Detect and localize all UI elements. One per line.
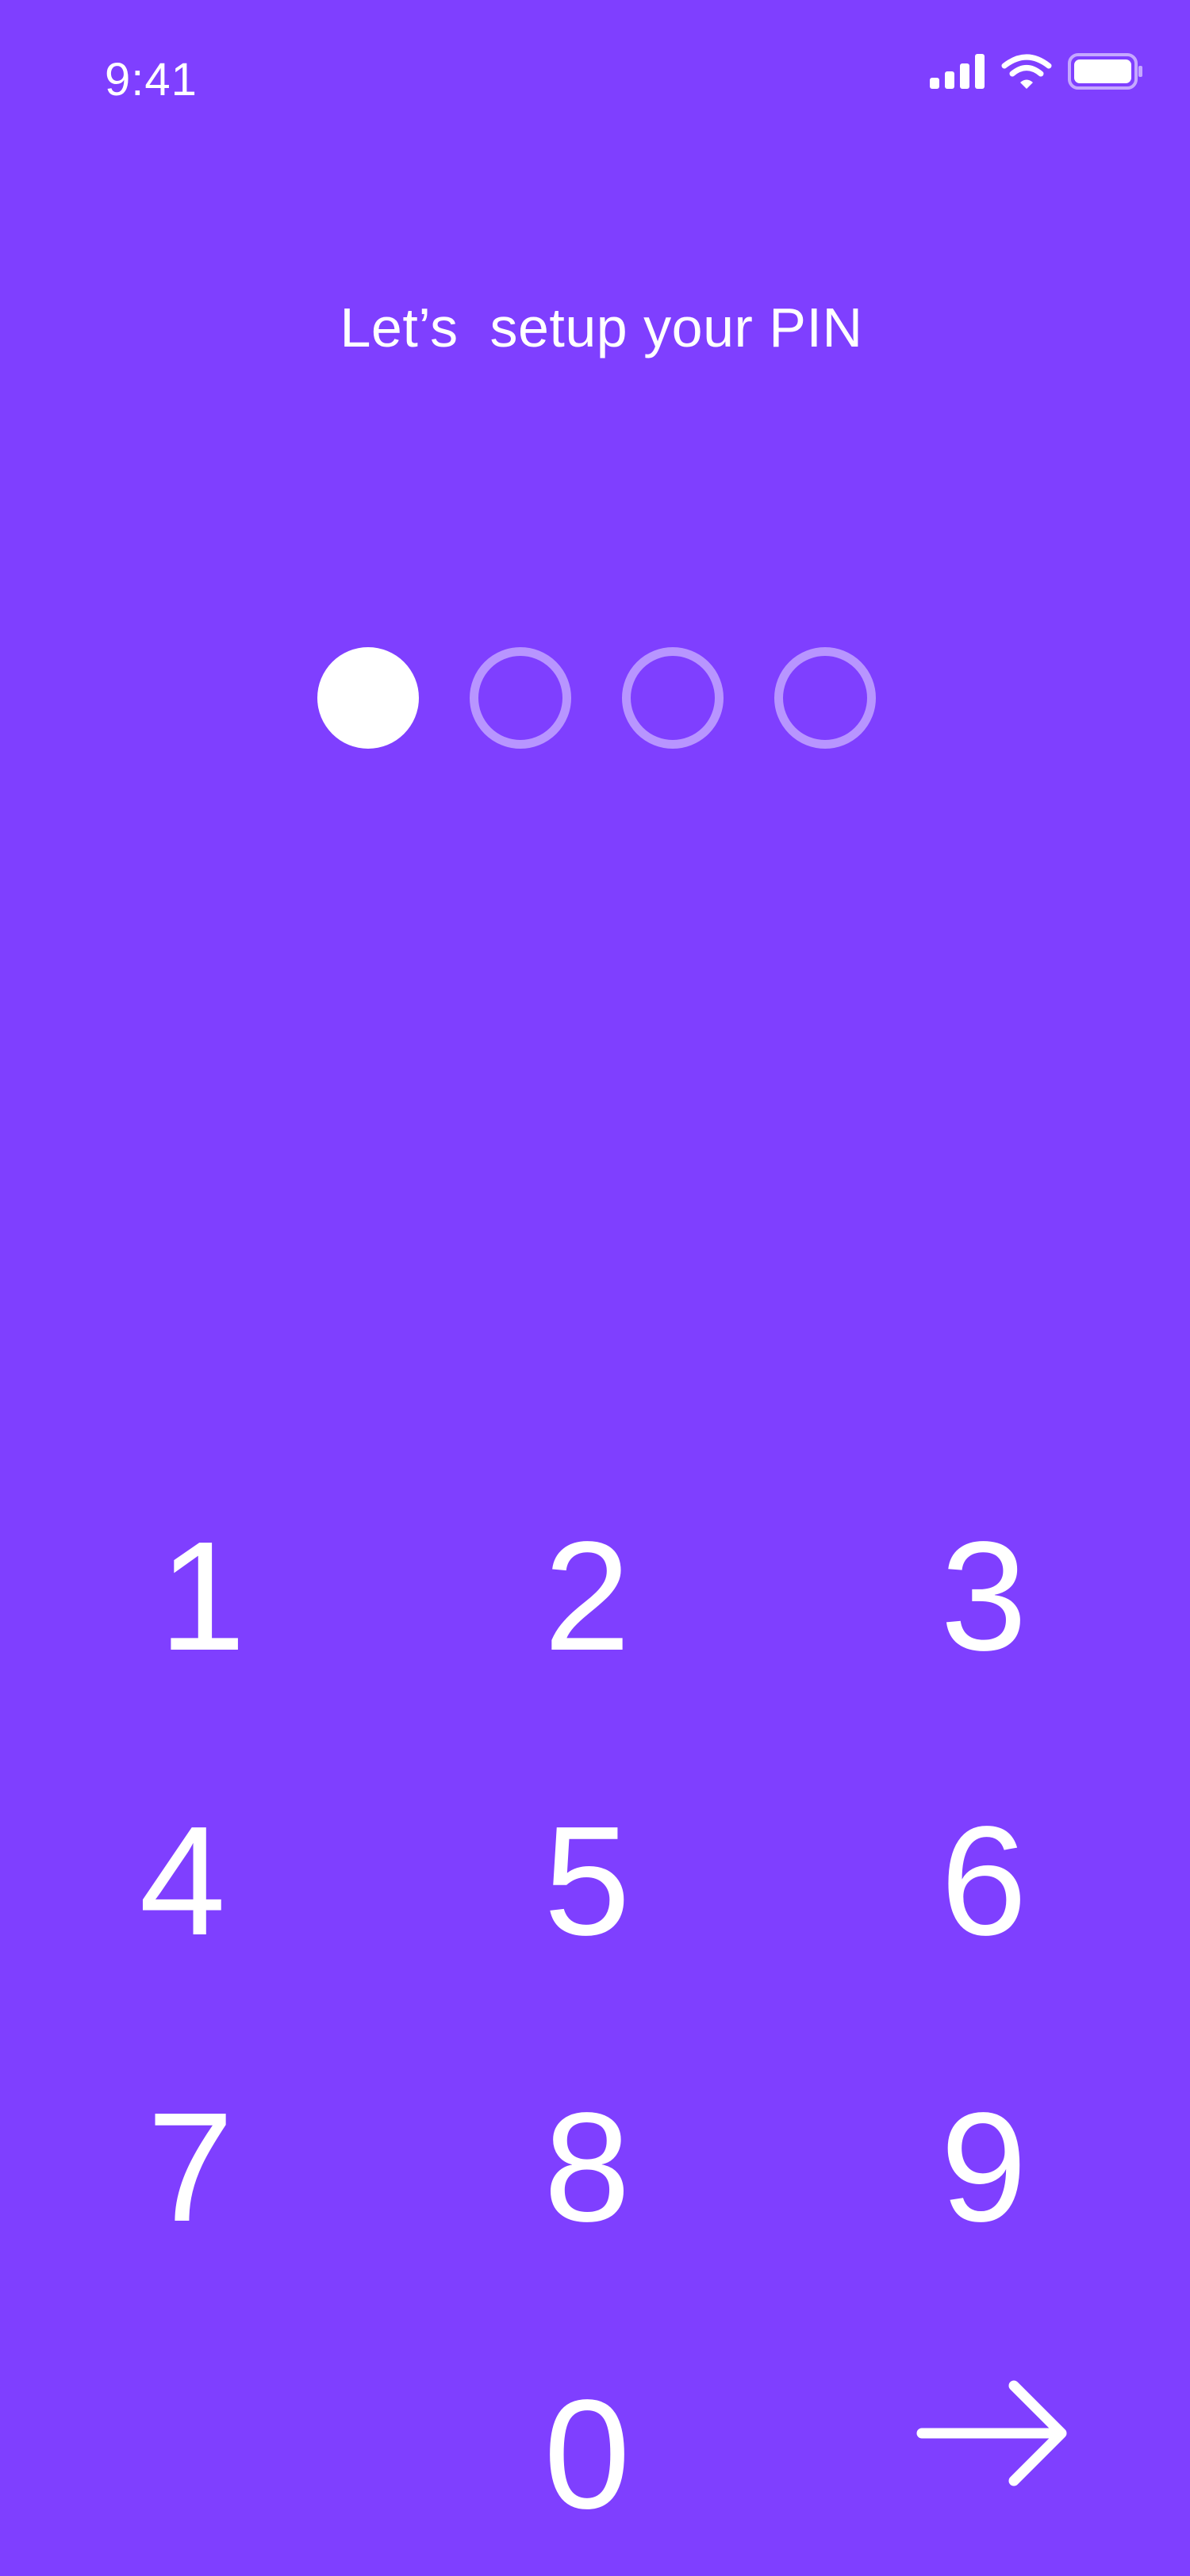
keypad-key-7[interactable]: 7	[103, 2080, 278, 2255]
keypad-key-0[interactable]: 0	[500, 2367, 674, 2542]
keypad-key-label: 6	[940, 1794, 1027, 1968]
keypad-key-9[interactable]: 9	[896, 2080, 1071, 2255]
page-title: Let’s setup your PIN	[340, 297, 863, 358]
keypad-key-label: 2	[543, 1509, 631, 1683]
pin-setup-screen: 9:41 Let’s setup your PIN 1 2 3 4 5 6 7 …	[0, 0, 1190, 2576]
keypad-key-6[interactable]: 6	[896, 1794, 1071, 1968]
next-button[interactable]	[904, 2346, 1079, 2520]
status-icons	[930, 49, 1144, 94]
status-time: 9:41	[105, 54, 198, 105]
keypad-key-3[interactable]: 3	[896, 1509, 1071, 1684]
keypad-key-label: 5	[543, 1794, 631, 1968]
keypad-key-label: 0	[543, 2367, 631, 2541]
keypad-key-5[interactable]: 5	[500, 1794, 674, 1968]
keypad-key-1[interactable]: 1	[115, 1509, 290, 1684]
keypad-key-label: 3	[940, 1509, 1027, 1683]
keypad-key-label: 8	[543, 2080, 631, 2254]
keypad-key-4[interactable]: 4	[95, 1794, 270, 1968]
battery-icon	[1068, 53, 1144, 90]
pin-dot-empty	[470, 647, 571, 749]
keypad-key-8[interactable]: 8	[500, 2080, 674, 2255]
keypad-key-label: 7	[147, 2080, 234, 2254]
pin-indicator	[317, 647, 876, 749]
wifi-icon	[1001, 53, 1052, 90]
pin-dot-empty	[622, 647, 724, 749]
arrow-right-icon	[912, 2378, 1071, 2489]
pin-dot-empty	[774, 647, 876, 749]
keypad-key-label: 9	[940, 2080, 1027, 2254]
keypad-key-label: 1	[159, 1509, 246, 1683]
keypad-key-2[interactable]: 2	[500, 1509, 674, 1684]
keypad-key-label: 4	[139, 1794, 226, 1968]
signal-icon	[930, 54, 985, 89]
pin-dot-filled	[317, 647, 419, 749]
